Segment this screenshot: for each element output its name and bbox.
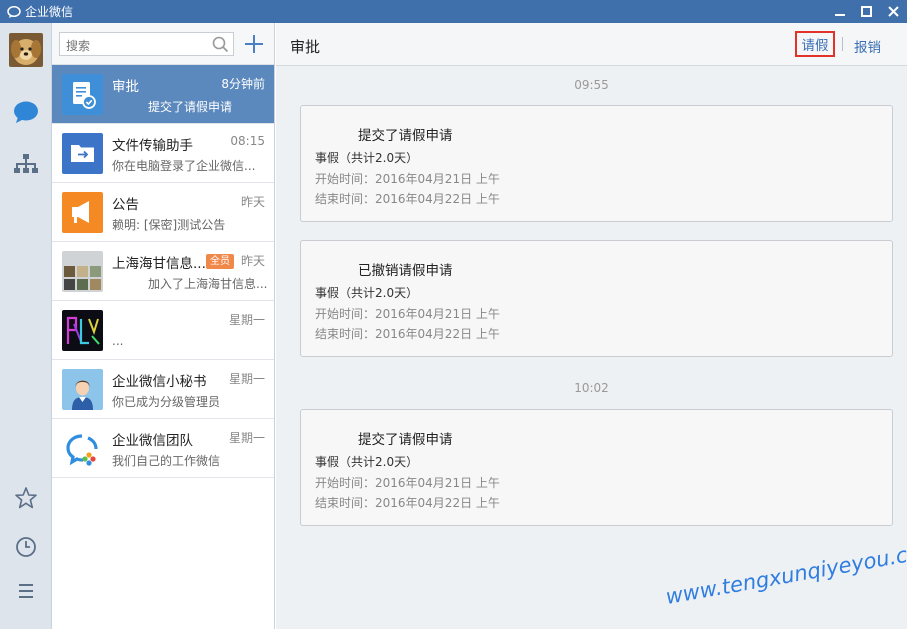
all-members-badge: 全员 <box>206 254 234 269</box>
conversation-preview: 你已成为分级管理员 <box>112 395 221 409</box>
org-chart-icon <box>14 154 38 173</box>
conversation-name: 企业微信小秘书 <box>112 374 207 390</box>
start-time: 开始时间：2016年04月21日 上午 <box>315 476 500 490</box>
message-timestamp: 10:02 <box>574 381 609 395</box>
close-button[interactable] <box>880 0 907 23</box>
menu-nav-button[interactable] <box>13 578 39 604</box>
group-members-icon <box>62 251 103 292</box>
approval-avatar <box>62 74 103 115</box>
star-icon <box>15 487 37 509</box>
contact-avatar <box>62 310 103 351</box>
conversation-list-pane: 审批 8分钟前 提交了请假申请 文件传输助手 08:15 你在电脑登录了企业微信… <box>52 23 275 629</box>
messages-nav-button[interactable] <box>13 99 39 125</box>
group-avatar <box>62 251 103 292</box>
window-title: 企业微信 <box>25 5 74 19</box>
history-nav-button[interactable] <box>13 534 39 560</box>
conversation-preview: 加入了上海海甘信息... <box>148 277 268 291</box>
assistant-person-icon <box>62 369 103 410</box>
chat-bubble-icon <box>7 5 21 18</box>
conversation-item-approval[interactable]: 审批 8分钟前 提交了请假申请 <box>52 65 274 124</box>
conversation-time: 昨天 <box>240 254 265 268</box>
favorites-nav-button[interactable] <box>13 485 39 511</box>
conversation-time: 星期一 <box>228 372 265 386</box>
start-time: 开始时间：2016年04月21日 上午 <box>315 307 500 321</box>
leave-type: 事假（共计2.0天） <box>315 286 419 300</box>
dog-avatar-icon <box>9 33 43 67</box>
leave-request-button[interactable]: 请假 <box>795 31 835 57</box>
conversation-preview: 赖明: [保密]测试公告 <box>112 218 226 232</box>
folder-icon <box>62 133 103 174</box>
end-time: 结束时间：2016年04月22日 上午 <box>315 496 500 510</box>
neon-logo-icon <box>62 310 103 351</box>
conversation-preview: 提交了请假申请 <box>148 100 233 114</box>
detail-header: 审批 请假 报销 <box>276 23 907 66</box>
conversation-item-contact[interactable]: 星期一 ... <box>52 301 274 360</box>
title-bar: 企业微信 <box>0 0 907 23</box>
approval-card[interactable]: 提交了请假申请 事假（共计2.0天） 开始时间：2016年04月21日 上午 结… <box>300 409 893 526</box>
chat-bubble-icon <box>14 101 38 123</box>
conversation-name: 审批 <box>112 79 139 95</box>
approval-card[interactable]: 已撤销请假申请 事假（共计2.0天） 开始时间：2016年04月21日 上午 结… <box>300 240 893 357</box>
conversation-time: 星期一 <box>228 313 265 327</box>
user-avatar[interactable] <box>9 33 43 67</box>
close-icon <box>888 6 899 17</box>
conversation-name: 上海海甘信息... <box>112 256 206 272</box>
file-transfer-avatar <box>62 133 103 174</box>
megaphone-icon <box>62 192 103 233</box>
search-icon[interactable] <box>212 36 229 53</box>
conversation-name: 企业微信团队 <box>112 433 193 449</box>
hamburger-menu-icon <box>19 584 33 598</box>
announcement-avatar <box>62 192 103 233</box>
reimbursement-button[interactable]: 报销 <box>854 36 881 56</box>
clock-icon <box>16 537 36 557</box>
conversation-preview: 我们自己的工作微信 <box>112 454 221 468</box>
search-input[interactable] <box>59 32 234 56</box>
message-timestamp: 09:55 <box>574 78 609 92</box>
conversation-item-team[interactable]: 企业微信团队 星期一 我们自己的工作微信 <box>52 419 274 478</box>
conversation-item-group[interactable]: 上海海甘信息... 全员 昨天 加入了上海海甘信息... <box>52 242 274 301</box>
conversation-name: 公告 <box>112 197 139 213</box>
conversation-preview: 你在电脑登录了企业微信... <box>112 159 256 173</box>
page-title: 审批 <box>290 38 321 56</box>
maximize-icon <box>861 6 872 17</box>
minimize-button[interactable] <box>826 0 853 23</box>
conversation-preview: ... <box>112 334 124 348</box>
approval-card[interactable]: 提交了请假申请 事假（共计2.0天） 开始时间：2016年04月21日 上午 结… <box>300 105 893 222</box>
card-title: 提交了请假申请 <box>358 128 453 144</box>
add-button[interactable] <box>243 33 265 55</box>
search-bar <box>52 23 274 65</box>
end-time: 结束时间：2016年04月22日 上午 <box>315 192 500 206</box>
conversation-item-announcement[interactable]: 公告 昨天 赖明: [保密]测试公告 <box>52 183 274 242</box>
conversation-item-file-transfer[interactable]: 文件传输助手 08:15 你在电脑登录了企业微信... <box>52 124 274 183</box>
conversation-name: 文件传输助手 <box>112 138 193 154</box>
conversation-time: 星期一 <box>228 431 265 445</box>
window-controls <box>826 0 907 23</box>
conversation-item-secretary[interactable]: 企业微信小秘书 星期一 你已成为分级管理员 <box>52 360 274 419</box>
navigation-rail <box>0 23 52 629</box>
approval-document-icon <box>62 74 103 115</box>
conversation-time: 8分钟前 <box>221 77 265 91</box>
card-title: 已撤销请假申请 <box>358 263 453 279</box>
divider <box>842 37 843 51</box>
conversation-time: 08:15 <box>230 134 265 148</box>
maximize-button[interactable] <box>853 0 880 23</box>
team-avatar <box>62 428 103 469</box>
contacts-nav-button[interactable] <box>13 151 39 177</box>
approval-detail-pane: 审批 请假 报销 09:55 提交了请假申请 事假（共计2.0天） 开始时间：2… <box>276 23 907 629</box>
leave-type: 事假（共计2.0天） <box>315 455 419 469</box>
wecom-logo-icon <box>62 428 103 469</box>
leave-type: 事假（共计2.0天） <box>315 151 419 165</box>
start-time: 开始时间：2016年04月21日 上午 <box>315 172 500 186</box>
conversation-time: 昨天 <box>240 195 265 209</box>
secretary-avatar <box>62 369 103 410</box>
end-time: 结束时间：2016年04月22日 上午 <box>315 327 500 341</box>
card-title: 提交了请假申请 <box>358 432 453 448</box>
minimize-icon <box>834 13 845 16</box>
